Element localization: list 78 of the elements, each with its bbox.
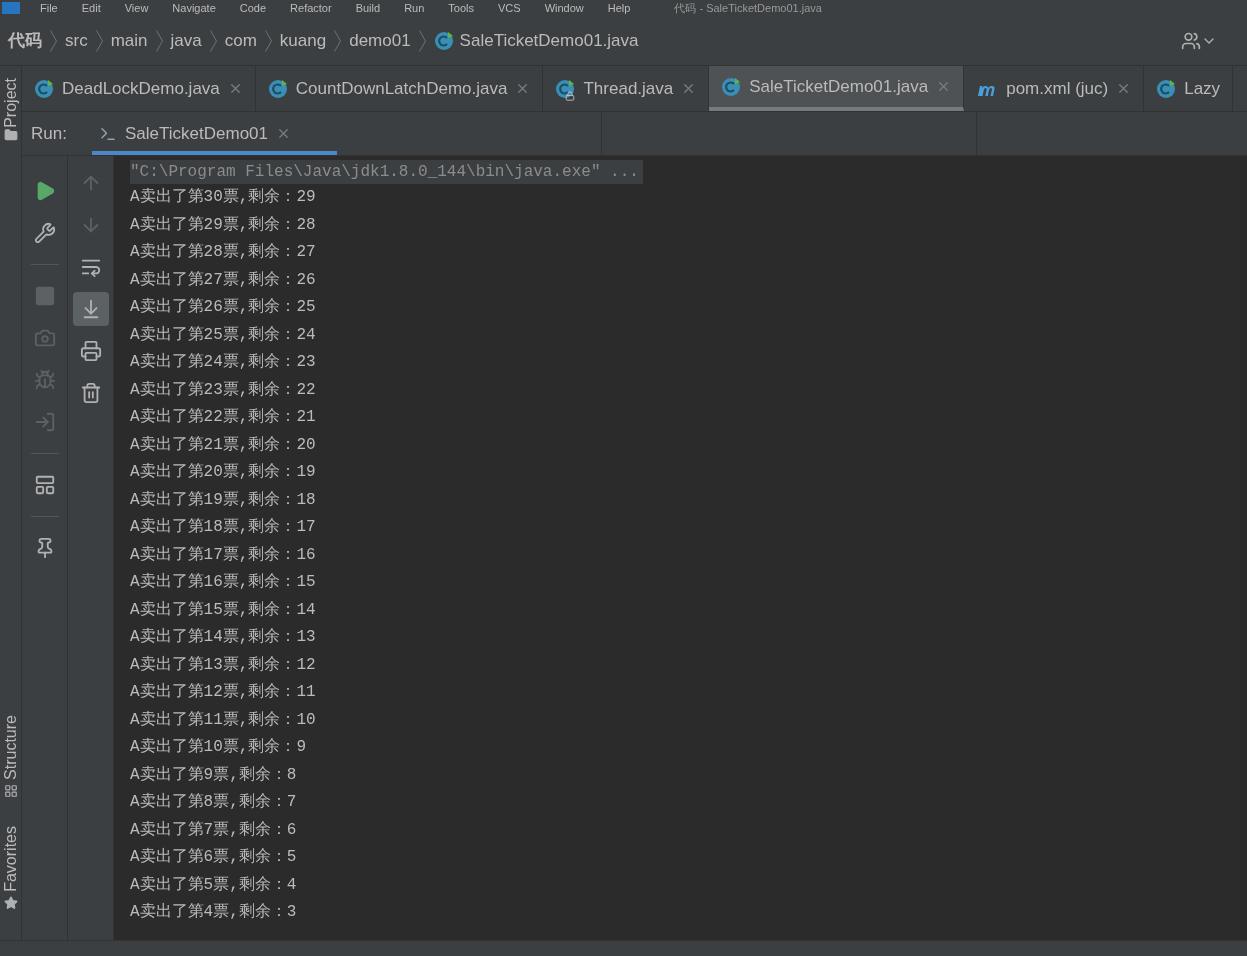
menu-item[interactable]: Tools — [448, 2, 474, 14]
menu-item[interactable]: Build — [355, 2, 381, 14]
breadcrumb-item[interactable]: java — [170, 27, 202, 54]
star-icon — [3, 896, 18, 910]
editor-tab[interactable]: Lazy — [1144, 66, 1234, 111]
editor-tab[interactable]: DeadLockDemo.java — [22, 66, 256, 111]
menu-item[interactable]: VCS — [498, 2, 521, 14]
console-line: A卖出了第29票,剩余：28 — [130, 214, 316, 236]
folder-icon — [3, 127, 18, 142]
editor-tab[interactable]: SaleTicketDemo01.java — [709, 66, 965, 111]
console-line: A卖出了第11票,剩余：10 — [130, 709, 316, 731]
menu-item[interactable]: Edit — [81, 2, 101, 14]
console-line: A卖出了第19票,剩余：18 — [130, 489, 316, 511]
console-line: A卖出了第15票,剩余：14 — [130, 599, 316, 621]
class-icon — [721, 76, 742, 97]
menu-item[interactable]: Navigate — [172, 2, 216, 14]
console-command: "C:\Program Files\Java\jdk1.8.0_144\bin\java.exe" ... — [130, 160, 643, 184]
console-line: A卖出了第12票,剩余：11 — [130, 682, 316, 703]
breadcrumb-item[interactable]: demo01 — [349, 27, 411, 54]
menu-item[interactable]: View — [124, 2, 149, 14]
side-tab[interactable]: Project — [0, 66, 23, 128]
console-line: A卖出了第21票,剩余：20 — [130, 434, 316, 456]
console-line: A卖出了第25票,剩余：24 — [130, 324, 316, 346]
menu-item[interactable]: Code — [239, 2, 267, 14]
breadcrumb-item[interactable]: main — [110, 27, 148, 54]
app-logo-icon — [2, 2, 20, 14]
console-line: A卖出了第8票,剩余：7 — [130, 792, 297, 813]
console-line: A卖出了第7票,剩余：6 — [130, 819, 297, 841]
console-line: A卖出了第10票,剩余：9 — [130, 737, 306, 758]
side-tab[interactable]: Favorites — [0, 826, 23, 892]
chevron-icon — [418, 29, 426, 52]
menu-item[interactable]: Window — [544, 2, 584, 14]
console-line: A卖出了第14票,剩余：13 — [130, 627, 316, 648]
menu-item[interactable]: Help — [607, 2, 631, 14]
class-icon — [433, 30, 454, 51]
console-line: A卖出了第30票,剩余：29 — [130, 187, 316, 208]
close-icon[interactable] — [276, 126, 291, 141]
console-line: A卖出了第18票,剩余：17 — [130, 517, 316, 538]
console-line: A卖出了第13票,剩余：12 — [130, 654, 316, 676]
console-line: A卖出了第26票,剩余：25 — [130, 297, 316, 318]
side-tab[interactable]: Structure — [0, 715, 23, 781]
console-line: A卖出了第5票,剩余：4 — [130, 874, 297, 896]
class-icon — [1156, 78, 1177, 99]
breadcrumb-item[interactable]: SaleTicketDemo01.java — [459, 27, 639, 54]
chevron-icon — [334, 29, 342, 52]
user-icon[interactable] — [1181, 30, 1201, 51]
menu-item[interactable]: File — [40, 2, 58, 14]
chevron-icon — [155, 29, 163, 52]
breadcrumb-item[interactable]: 代码 — [8, 27, 42, 54]
chevron-icon — [209, 29, 217, 52]
console-line: A卖出了第6票,剩余：5 — [130, 847, 297, 868]
console-line: A卖出了第9票,剩余：8 — [130, 764, 297, 786]
window-title: 代码 - SaleTicketDemo01.java — [674, 2, 822, 14]
console-line: A卖出了第16票,剩余：15 — [130, 572, 316, 593]
class-icon — [555, 78, 576, 99]
chevron-icon — [264, 29, 272, 52]
breadcrumb-item[interactable]: kuang — [279, 27, 327, 54]
editor-tab[interactable]: pom.xml (juc) — [964, 66, 1145, 111]
console-line: A卖出了第28票,剩余：27 — [130, 242, 316, 263]
console-line: A卖出了第22票,剩余：21 — [130, 407, 316, 428]
structure-icon — [3, 784, 18, 799]
console-line: A卖出了第24票,剩余：23 — [130, 352, 316, 373]
breadcrumb-item[interactable]: src — [65, 27, 88, 54]
breadcrumb-item[interactable]: com — [224, 27, 257, 54]
chevron-icon — [50, 29, 57, 52]
console-line: A卖出了第23票,剩余：22 — [130, 379, 316, 401]
menu-item[interactable]: Refactor — [290, 2, 332, 14]
run-label: Run: — [30, 122, 68, 145]
scroll-end-icon[interactable] — [72, 292, 109, 326]
class-icon — [34, 78, 54, 99]
class-icon — [267, 78, 288, 99]
console-line: A卖出了第20票,剩余：19 — [130, 462, 316, 483]
console-line: A卖出了第17票,剩余：16 — [130, 544, 316, 566]
console-line: A卖出了第27票,剩余：26 — [130, 269, 316, 291]
console-line: A卖出了第4票,剩余：3 — [130, 902, 297, 923]
chevron-icon — [95, 29, 103, 52]
editor-tab[interactable]: CountDownLatchDemo.java — [255, 66, 544, 111]
menu-item[interactable]: Run — [404, 2, 425, 14]
